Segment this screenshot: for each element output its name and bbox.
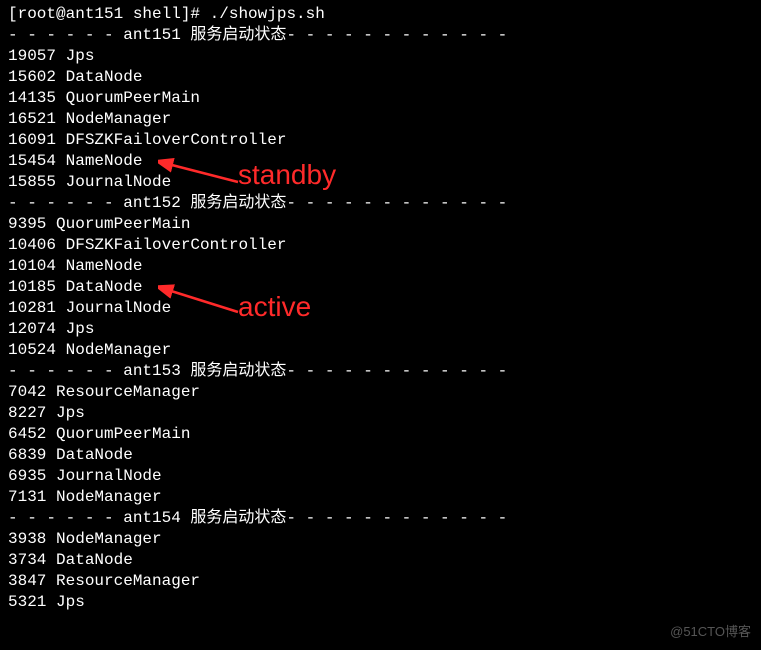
process-line: 6839 DataNode [8,445,753,466]
process-line: 16521 NodeManager [8,109,753,130]
process-line: 10406 DFSZKFailoverController [8,235,753,256]
process-line: 7131 NodeManager [8,487,753,508]
section-header: - - - - - - ant154 服务启动状态- - - - - - - -… [8,508,753,529]
process-line: 7042 ResourceManager [8,382,753,403]
process-line: 10104 NameNode [8,256,753,277]
process-line: 5321 Jps [8,592,753,613]
section-header: - - - - - - ant151 服务启动状态- - - - - - - -… [8,25,753,46]
process-line: 3938 NodeManager [8,529,753,550]
annotation-standby: standby [238,164,336,185]
annotation-active: active [238,296,311,317]
process-line: 6452 QuorumPeerMain [8,424,753,445]
terminal-output: [root@ant151 shell]# ./showjps.sh- - - -… [8,4,753,613]
process-line: 9395 QuorumPeerMain [8,214,753,235]
section-header: - - - - - - ant152 服务启动状态- - - - - - - -… [8,193,753,214]
process-line: 10524 NodeManager [8,340,753,361]
watermark: @51CTO博客 [670,621,751,642]
process-line: 16091 DFSZKFailoverController [8,130,753,151]
process-line: 12074 Jps [8,319,753,340]
process-line: 3847 ResourceManager [8,571,753,592]
process-line: 15602 DataNode [8,67,753,88]
process-line: 14135 QuorumPeerMain [8,88,753,109]
process-line: 15454 NameNode [8,151,753,172]
prompt-line: [root@ant151 shell]# ./showjps.sh [8,4,753,25]
process-line: 6935 JournalNode [8,466,753,487]
process-line: 10185 DataNode [8,277,753,298]
process-line: 19057 Jps [8,46,753,67]
process-line: 10281 JournalNode [8,298,753,319]
process-line: 8227 Jps [8,403,753,424]
process-line: 3734 DataNode [8,550,753,571]
process-line: 15855 JournalNode [8,172,753,193]
section-header: - - - - - - ant153 服务启动状态- - - - - - - -… [8,361,753,382]
